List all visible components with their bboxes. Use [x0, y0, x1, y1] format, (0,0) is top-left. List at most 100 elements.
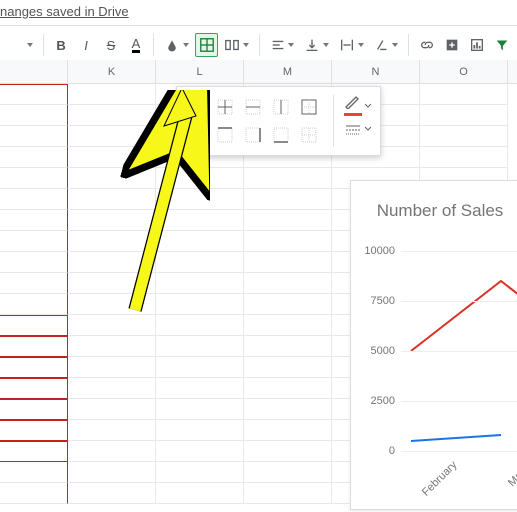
cell[interactable]	[68, 168, 156, 189]
cell[interactable]	[420, 105, 508, 126]
cell[interactable]	[244, 336, 332, 357]
cell[interactable]	[244, 399, 332, 420]
cell[interactable]	[0, 84, 68, 105]
filter-button[interactable]	[490, 33, 513, 57]
border-vertical[interactable]	[269, 95, 293, 119]
cell[interactable]	[244, 210, 332, 231]
cell[interactable]	[68, 420, 156, 441]
cell[interactable]	[244, 168, 332, 189]
cell[interactable]	[244, 231, 332, 252]
cell[interactable]	[156, 168, 244, 189]
insert-comment-button[interactable]	[440, 33, 463, 57]
cell[interactable]	[0, 231, 68, 252]
text-wrap-button[interactable]	[335, 33, 368, 57]
border-right[interactable]	[241, 123, 265, 147]
cell[interactable]	[420, 147, 508, 168]
text-color-button[interactable]: A	[124, 33, 147, 57]
cell[interactable]	[156, 357, 244, 378]
cell[interactable]	[68, 483, 156, 504]
cell[interactable]	[156, 441, 244, 462]
cell[interactable]	[244, 315, 332, 336]
cell[interactable]	[68, 84, 156, 105]
column-header[interactable]: O	[420, 60, 508, 83]
cell[interactable]	[0, 357, 68, 378]
embedded-chart[interactable]: Number of Sales 025005000750010000 Febru…	[350, 180, 517, 510]
cell[interactable]	[0, 126, 68, 147]
border-horizontal[interactable]	[241, 95, 265, 119]
column-header[interactable]: M	[244, 60, 332, 83]
cell[interactable]	[156, 420, 244, 441]
cell[interactable]	[0, 399, 68, 420]
horizontal-align-button[interactable]	[266, 33, 299, 57]
cell[interactable]	[0, 420, 68, 441]
cell[interactable]	[0, 462, 68, 483]
cell[interactable]	[68, 189, 156, 210]
cell[interactable]	[156, 336, 244, 357]
cell[interactable]	[420, 126, 508, 147]
insert-chart-button[interactable]	[465, 33, 488, 57]
fill-color-button[interactable]	[160, 33, 193, 57]
cell[interactable]	[68, 462, 156, 483]
column-header[interactable]: L	[156, 60, 244, 83]
border-inner[interactable]	[213, 95, 237, 119]
cell[interactable]	[68, 315, 156, 336]
border-none[interactable]	[297, 123, 321, 147]
cell[interactable]	[68, 105, 156, 126]
cell[interactable]	[156, 378, 244, 399]
cell[interactable]	[244, 420, 332, 441]
cell[interactable]	[156, 315, 244, 336]
cell[interactable]	[68, 294, 156, 315]
italic-button[interactable]: I	[75, 33, 98, 57]
column-header[interactable]: N	[332, 60, 420, 83]
column-header[interactable]: K	[68, 60, 156, 83]
cell[interactable]	[0, 441, 68, 462]
cell[interactable]	[244, 189, 332, 210]
cell[interactable]	[68, 357, 156, 378]
insert-link-button[interactable]	[415, 33, 438, 57]
cell[interactable]	[0, 105, 68, 126]
cell[interactable]	[156, 231, 244, 252]
cell[interactable]	[68, 252, 156, 273]
text-rotation-button[interactable]	[370, 33, 403, 57]
cell[interactable]	[68, 273, 156, 294]
cell[interactable]	[0, 210, 68, 231]
borders-button[interactable]	[195, 33, 218, 57]
cell[interactable]	[0, 483, 68, 504]
cell[interactable]	[68, 210, 156, 231]
cell[interactable]	[68, 441, 156, 462]
cell[interactable]	[68, 231, 156, 252]
bold-button[interactable]: B	[50, 33, 73, 57]
cell[interactable]	[0, 189, 68, 210]
border-outer[interactable]	[297, 95, 321, 119]
cell[interactable]	[244, 462, 332, 483]
vertical-align-button[interactable]	[300, 33, 333, 57]
cell[interactable]	[244, 294, 332, 315]
border-color-button[interactable]	[344, 95, 372, 116]
cell[interactable]	[420, 84, 508, 105]
strikethrough-button[interactable]: S	[100, 33, 123, 57]
cell[interactable]	[156, 273, 244, 294]
cell[interactable]	[68, 126, 156, 147]
column-header[interactable]	[0, 60, 68, 83]
cell[interactable]	[0, 336, 68, 357]
cell[interactable]	[156, 189, 244, 210]
cell[interactable]	[68, 378, 156, 399]
cell[interactable]	[0, 315, 68, 336]
cell[interactable]	[0, 147, 68, 168]
cell[interactable]	[244, 378, 332, 399]
cell[interactable]	[156, 399, 244, 420]
cell[interactable]	[68, 336, 156, 357]
cell[interactable]	[0, 378, 68, 399]
zoom-dropdown[interactable]	[4, 33, 37, 57]
cell[interactable]	[156, 462, 244, 483]
cell[interactable]	[156, 252, 244, 273]
cell[interactable]	[0, 252, 68, 273]
border-style-button[interactable]	[344, 122, 372, 136]
cell[interactable]	[156, 210, 244, 231]
cell[interactable]	[68, 399, 156, 420]
border-all[interactable]	[185, 95, 209, 119]
cell[interactable]	[0, 273, 68, 294]
merge-cells-button[interactable]	[220, 33, 253, 57]
cell[interactable]	[0, 168, 68, 189]
border-top[interactable]	[213, 123, 237, 147]
